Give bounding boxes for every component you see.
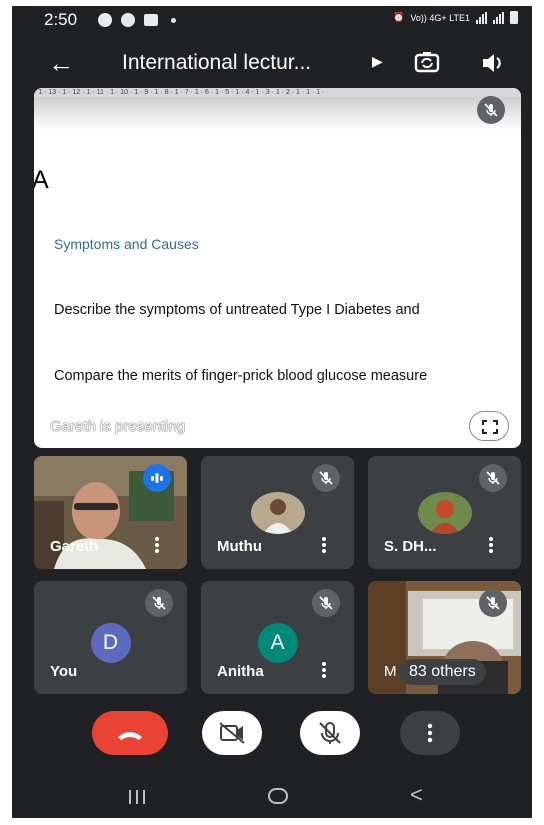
call-controls (12, 711, 532, 771)
participant-tile-sdh[interactable]: S. DH... (368, 456, 521, 569)
mic-off-badge (479, 464, 507, 492)
mic-off-badge (312, 589, 340, 617)
participant-name: Muthu (217, 538, 262, 555)
more-options-button[interactable] (400, 711, 460, 755)
participant-name: You (50, 663, 78, 680)
slide-text-line: Describe the symptoms of untreated Type … (54, 302, 420, 318)
signal-icon (493, 11, 504, 24)
network-label: Vo)) 4G+ LTE1 (410, 12, 470, 23)
dot-icon (171, 17, 176, 23)
mic-off-button[interactable] (300, 711, 360, 755)
phone-hangup-icon (118, 732, 142, 740)
participant-name: S. DH... (384, 538, 437, 555)
participant-name: Anitha (217, 663, 264, 680)
battery-icon (510, 11, 518, 24)
speaking-indicator (143, 464, 171, 492)
participant-menu-icon[interactable] (322, 537, 326, 553)
participant-name: M (384, 663, 397, 680)
slide-text-line: Compare the merits of finger-prick blood… (54, 368, 428, 384)
android-nav-bar: < (12, 776, 532, 818)
switch-camera-icon[interactable] (414, 49, 440, 75)
participant-menu-icon[interactable] (322, 662, 326, 678)
participant-tile-muthu[interactable]: Muthu (201, 456, 354, 569)
participant-name: Gareth (50, 538, 99, 555)
signal-icon (476, 11, 487, 24)
gallery-icon (144, 14, 158, 26)
slide-letter: A (34, 166, 49, 194)
mic-off-icon (319, 596, 333, 610)
avatar: A (257, 623, 298, 663)
mic-off-badge (312, 464, 340, 492)
mic-off-icon (152, 596, 166, 610)
meeting-header: ← International lectur... ▶ (12, 41, 532, 87)
mic-off-icon (486, 471, 500, 485)
chrome-icon (98, 13, 112, 27)
mic-off-icon (486, 596, 500, 610)
avatar: D (90, 623, 131, 663)
mic-off-icon (484, 103, 498, 117)
recent-apps-icon[interactable] (129, 790, 145, 804)
mic-off-badge (479, 589, 507, 617)
status-time: 2:50 (44, 10, 78, 29)
mic-off-icon (319, 722, 341, 744)
end-call-button[interactable] (92, 711, 168, 755)
participant-tile-you[interactable]: D You (34, 581, 187, 694)
presentation-view[interactable]: · 1 · 13 · 1 · 12 · 1 · 11 · 1 · 10 · 1 … (34, 88, 521, 448)
triangle-right-icon[interactable]: ▶ (372, 53, 383, 70)
participant-menu-icon[interactable] (489, 537, 493, 553)
alarm-icon: ⏰ (393, 12, 405, 22)
camera-off-button[interactable] (202, 711, 262, 755)
fullscreen-icon (482, 420, 498, 434)
participant-photo (417, 492, 472, 534)
fullscreen-button[interactable] (469, 411, 509, 441)
participant-photo (250, 492, 305, 534)
participant-menu-icon[interactable] (155, 537, 159, 553)
home-icon[interactable] (268, 788, 288, 804)
participant-tile-gareth[interactable]: Gareth (34, 456, 187, 569)
mic-off-badge (145, 589, 173, 617)
mic-off-icon (319, 471, 333, 485)
more-vert-icon (427, 723, 433, 743)
arrow-left-icon[interactable]: ← (48, 49, 74, 77)
phone-screen: 2:50 ⏰ Vo)) 4G+ LTE1 ← International lec… (12, 6, 532, 818)
meeting-title[interactable]: International lectur... (122, 51, 311, 75)
presenting-caption: Gareth is presenting (50, 418, 186, 435)
participant-tile-others[interactable]: M 83 others (368, 581, 521, 694)
system-status-icons: ⏰ Vo)) 4G+ LTE1 (393, 11, 518, 24)
chrome-icon (121, 13, 135, 27)
others-count-badge[interactable]: 83 others (399, 659, 486, 685)
back-nav-icon[interactable]: < (410, 784, 423, 806)
slide-heading: Symptoms and Causes (54, 236, 199, 252)
speaker-icon[interactable] (480, 50, 506, 76)
notification-icons (98, 13, 176, 27)
ruler-shadow (34, 97, 521, 131)
mic-off-badge (477, 96, 505, 124)
audio-level-icon (151, 473, 163, 483)
status-bar: 2:50 ⏰ Vo)) 4G+ LTE1 (12, 6, 532, 34)
participant-tile-anitha[interactable]: A Anitha (201, 581, 354, 694)
camera-off-icon (219, 722, 245, 744)
